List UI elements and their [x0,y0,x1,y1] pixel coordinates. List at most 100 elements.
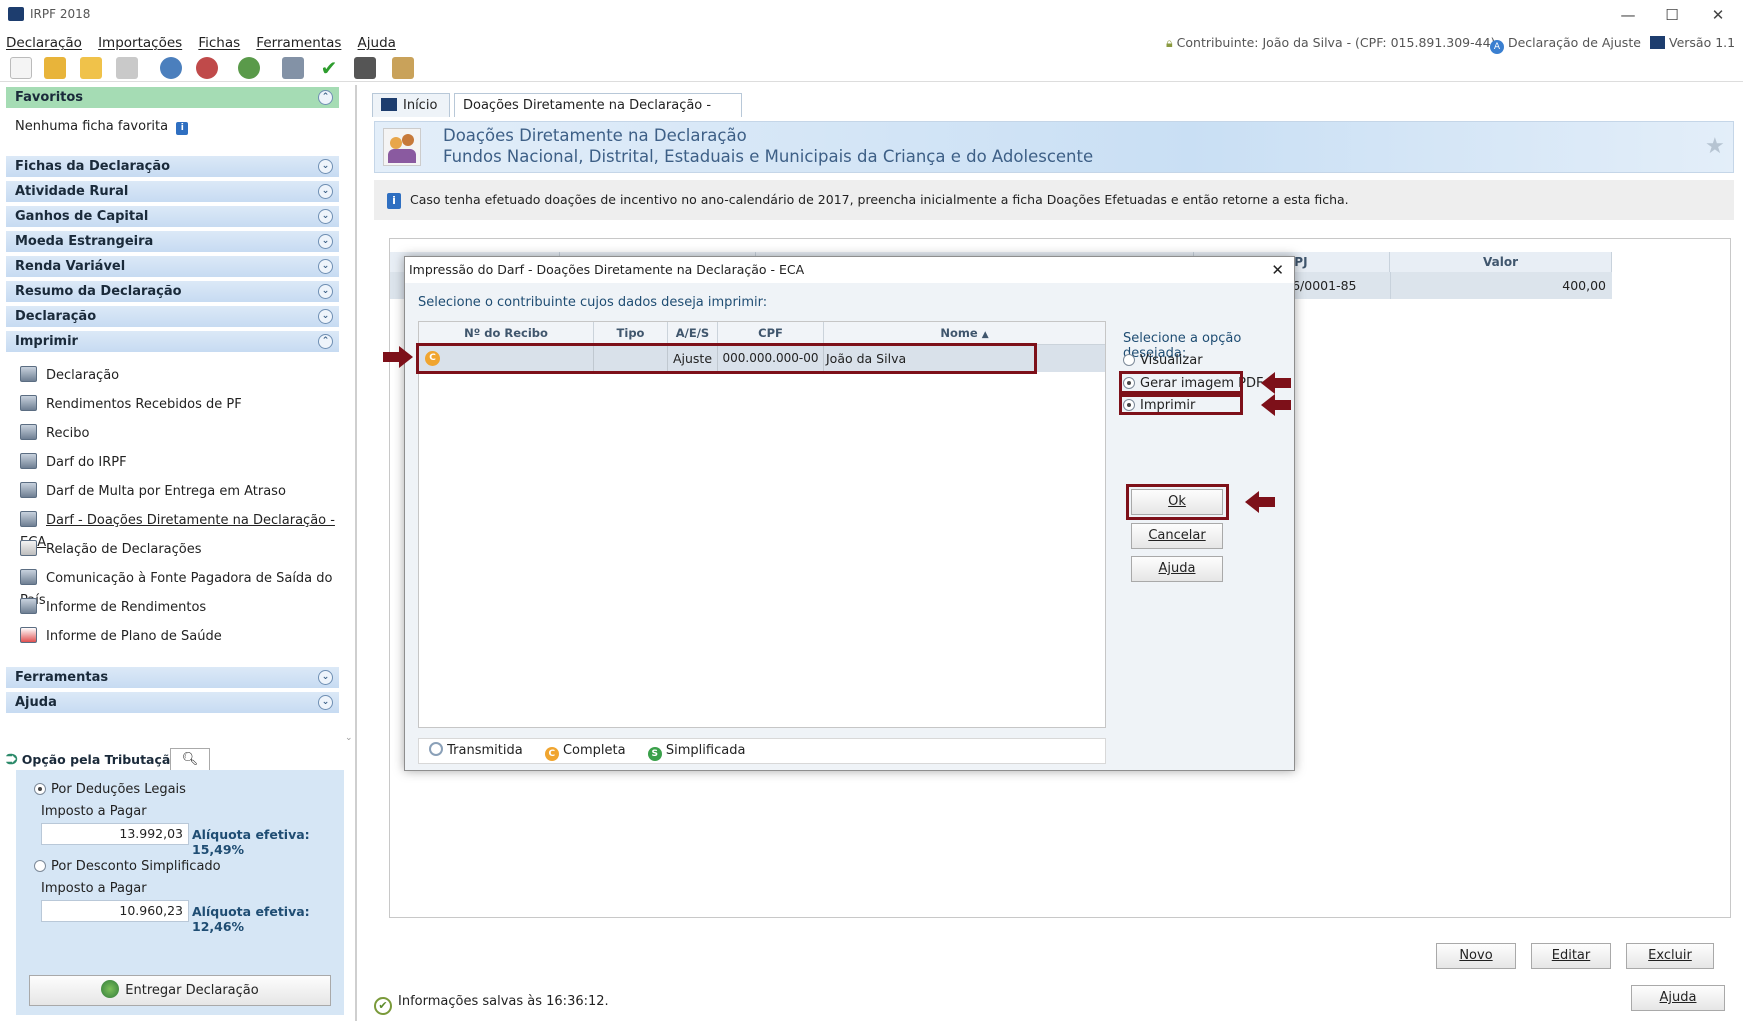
folder-icon[interactable] [80,57,102,79]
highlight-pdf-box [1119,371,1243,394]
info-bar: i Caso tenha efetuado doações de incenti… [374,180,1734,220]
check-icon[interactable]: ✔ [318,57,340,79]
chevron-down-icon[interactable]: ⌄ [318,695,333,710]
version-logo-icon [1650,36,1665,49]
contribuinte-table: Nº do Recibo Tipo A/E/S CPF Nome ▲ C Aju… [418,321,1106,728]
close-window-button[interactable]: ✕ [1698,4,1738,26]
dialog-close-button[interactable]: ✕ [1271,257,1284,283]
print-item-plano-saude[interactable]: Informe de Plano de Saúde [20,626,222,648]
print-item-darf-multa[interactable]: Darf de Multa por Entrega em Atraso [20,481,286,503]
section-ganhos-capital[interactable]: Ganhos de Capital ⌄ [6,206,339,227]
menu-ferramentas[interactable]: Ferramentas [250,32,347,54]
printer-icon[interactable] [282,57,304,79]
cancelar-button[interactable]: Cancelar [1131,523,1223,549]
tab-doacoes-eca[interactable]: Doações Diretamente na Declaração - ECA … [454,93,742,136]
chevron-down-icon[interactable]: ⌄ [318,284,333,299]
calculator-icon[interactable] [354,57,376,79]
new-file-icon[interactable] [10,57,32,79]
red-arrow-left-icon [1245,491,1275,513]
transmitida-icon [429,742,443,756]
header-title: Doações Diretamente na Declaração [443,126,747,145]
imposto-label-deducoes: Imposto a Pagar [41,804,147,819]
section-ajuda[interactable]: Ajuda ⌄ [6,692,339,713]
chevron-up-icon[interactable]: ⌃ [318,90,333,105]
printer-icon [20,395,37,411]
highlight-ok-box [1126,484,1229,520]
search-icon: 🔍︎ [181,752,199,767]
section-favoritos[interactable]: Favoritos ⌃ [6,87,339,108]
section-imprimir[interactable]: Imprimir ⌃ [6,331,339,352]
chevron-down-icon[interactable]: ⌄ [318,309,333,324]
ajuda-button[interactable]: Ajuda [1631,985,1725,1011]
globe-icon[interactable] [238,57,260,79]
section-atividade-rural[interactable]: Atividade Rural ⌄ [6,181,339,202]
print-item-darf-irpf[interactable]: Darf do IRPF [20,452,127,474]
section-resumo[interactable]: Resumo da Declaração ⌄ [6,281,339,302]
people-icon [383,128,421,166]
print-item-informe-rendimentos[interactable]: Informe de Rendimentos [20,597,206,619]
chevron-down-icon[interactable]: ⌄ [318,259,333,274]
print-item-relacao[interactable]: Relação de Declarações [20,539,202,561]
entregar-declaracao-button[interactable]: Entregar Declaração [29,975,331,1006]
tributacao-panel: Por Deduções Legais Imposto a Pagar 13.9… [16,770,344,1015]
aliquota-deducoes: Alíquota efetiva: 15,49% [192,827,310,857]
print-darf-dialog: Impressão do Darf - Doações Diretamente … [383,256,1295,771]
tributacao-label: ⮊ Opção pela Tributação: [6,750,184,768]
section-declaracao[interactable]: Declaração ⌄ [6,306,339,327]
section-moeda-estrangeira[interactable]: Moeda Estrangeira ⌄ [6,231,339,252]
menu-bar: Declaração Importações Fichas Ferramenta… [0,32,1743,54]
col-nome[interactable]: Nome ▲ [824,322,1105,345]
open-folder-icon[interactable] [44,57,66,79]
grid-header-valor: Valor [1390,252,1612,272]
col-recibo[interactable]: Nº do Recibo [419,322,594,345]
printer-icon [20,511,37,527]
scroll-down-icon[interactable]: ⌄ [345,733,355,743]
option-visualizar[interactable]: Visualizar [1123,351,1203,371]
chevron-down-icon[interactable]: ⌄ [318,159,333,174]
help-book-icon[interactable] [392,57,414,79]
maximize-button[interactable]: ☐ [1652,4,1692,26]
dialog-title-bar: Impressão do Darf - Doações Diretamente … [405,257,1294,283]
menu-ajuda[interactable]: Ajuda [352,32,402,54]
col-tipo[interactable]: Tipo [594,322,668,345]
red-arrow-right-icon [383,346,413,368]
excluir-button[interactable]: Excluir [1626,943,1714,969]
completa-icon: C [544,747,559,761]
print-item-rendimentos-pf[interactable]: Rendimentos Recebidos de PF [20,394,242,416]
print-item-recibo[interactable]: Recibo [20,423,89,445]
receita-icon[interactable] [196,57,218,79]
chevron-up-icon[interactable]: ⌃ [318,334,333,349]
declaration-type: A Declaração de Ajuste [1490,35,1641,54]
editar-button[interactable]: Editar [1531,943,1611,969]
section-ferramentas[interactable]: Ferramentas ⌄ [6,667,339,688]
star-icon[interactable]: ★ [1705,134,1725,159]
red-arrow-left-icon [1261,394,1291,416]
section-fichas[interactable]: Fichas da Declaração ⌄ [6,156,339,177]
transmit-icon[interactable] [160,57,182,79]
imposto-simplificado-value: 10.960,23 [41,900,189,922]
chevron-down-icon[interactable]: ⌄ [318,209,333,224]
print-item-darf-eca[interactable]: Darf - Doações Diretamente na Declaração… [20,510,355,550]
contribuinte-status: 🔒︎ Contribuinte: João da Silva - (CPF: 0… [1166,35,1496,50]
lock-icon: 🔒︎ [1166,35,1173,50]
chevron-down-icon[interactable]: ⌄ [318,184,333,199]
col-aes[interactable]: A/E/S [668,322,718,345]
menu-importacoes[interactable]: Importações [92,32,188,54]
col-cpf[interactable]: CPF [718,322,824,345]
globe-icon [101,980,120,998]
menu-fichas[interactable]: Fichas [192,32,246,54]
chevron-down-icon[interactable]: ⌄ [318,670,333,685]
novo-button[interactable]: Novo [1436,943,1516,969]
minimize-button[interactable]: — [1608,4,1648,26]
print-item-declaracao[interactable]: Declaração [20,365,119,387]
search-button[interactable]: 🔍︎ [170,748,210,771]
trash-icon[interactable] [116,57,138,79]
tab-inicio[interactable]: Início [372,93,450,117]
print-item-comunicacao[interactable]: Comunicação à Fonte Pagadora de Saída do… [20,568,355,608]
dialog-ajuda-button[interactable]: Ajuda [1131,556,1223,582]
menu-declaracao[interactable]: Declaração [0,32,88,54]
section-renda-variavel[interactable]: Renda Variável ⌄ [6,256,339,277]
chevron-down-icon[interactable]: ⌄ [318,234,333,249]
radio-simplificado[interactable]: Por Desconto Simplificado [34,859,221,874]
radio-deducoes[interactable]: Por Deduções Legais [34,782,186,797]
